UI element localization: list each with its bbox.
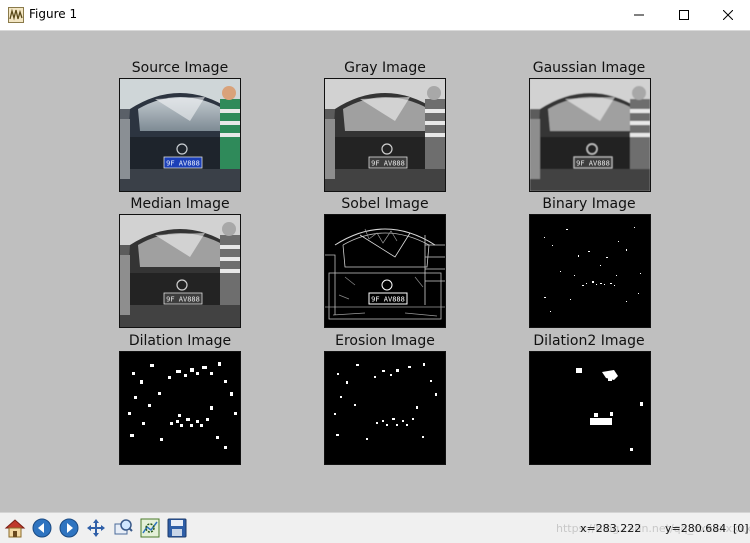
panel-title-gray: Gray Image [344,60,426,76]
navigation-toolbar: https://blog.csdn.net/qq_xxxxxxxxx x=283… [0,512,750,543]
panel-title-dilation2: Dilation2 Image [533,333,645,349]
minimize-icon [634,14,644,16]
maximize-button[interactable] [662,0,706,30]
plate-text-sobel: 9F AV888 [371,296,405,304]
zoom-icon [114,519,133,535]
plate-text-source: 9F AV888 [166,160,200,168]
home-button[interactable] [3,516,27,540]
panel-title-median: Median Image [130,196,230,212]
pixel-value-readout: [0] [733,522,749,535]
plate-text-median: 9F AV888 [166,296,200,304]
pan-icon [87,519,105,537]
panel-binary-image [529,214,651,328]
save-icon [167,518,187,538]
panel-source-image: 9F AV888 [119,78,241,192]
matplotlib-figure-icon [8,7,24,23]
close-icon [723,10,733,20]
panel-title-sobel: Sobel Image [341,196,429,212]
plate-text-gray: 9F AV888 [371,160,405,168]
figure-canvas[interactable]: Source Image Gray Image Gaussian Image 9… [0,30,750,512]
x-coordinate-readout: x=283.222 [580,522,642,535]
configure-subplots-button[interactable] [138,516,162,540]
home-icon [4,519,26,538]
y-coordinate-readout: y=280.684 [665,522,727,535]
panel-dilation2-image [529,351,651,465]
panel-title-binary: Binary Image [542,196,636,212]
panel-erosion-image [324,351,446,465]
panel-title-dilation: Dilation Image [128,333,232,349]
minimize-button[interactable] [617,0,661,30]
forward-icon [59,518,79,538]
panel-title-gaussian: Gaussian Image [532,60,646,76]
zoom-button[interactable] [111,516,135,540]
panel-median-image: 9F AV888 [119,214,241,328]
maximize-icon [679,10,689,20]
close-button[interactable] [706,0,750,30]
panel-gray-image: 9F AV888 [324,78,446,192]
panel-gaussian-image: 9F AV888 [529,78,651,192]
configure-subplots-icon [140,518,160,538]
panel-title-erosion: Erosion Image [335,333,435,349]
panel-title-source: Source Image [131,60,229,76]
title-bar: Figure 1 [0,0,750,30]
panel-sobel-image: 9F AV888 [324,214,446,328]
panel-dilation-image [119,351,241,465]
window-title: Figure 1 [29,7,78,21]
forward-button[interactable] [57,516,81,540]
back-icon [32,518,52,538]
pan-button[interactable] [84,516,108,540]
save-button[interactable] [165,516,189,540]
plate-text-gaussian: 9F AV888 [576,160,610,168]
back-button[interactable] [30,516,54,540]
